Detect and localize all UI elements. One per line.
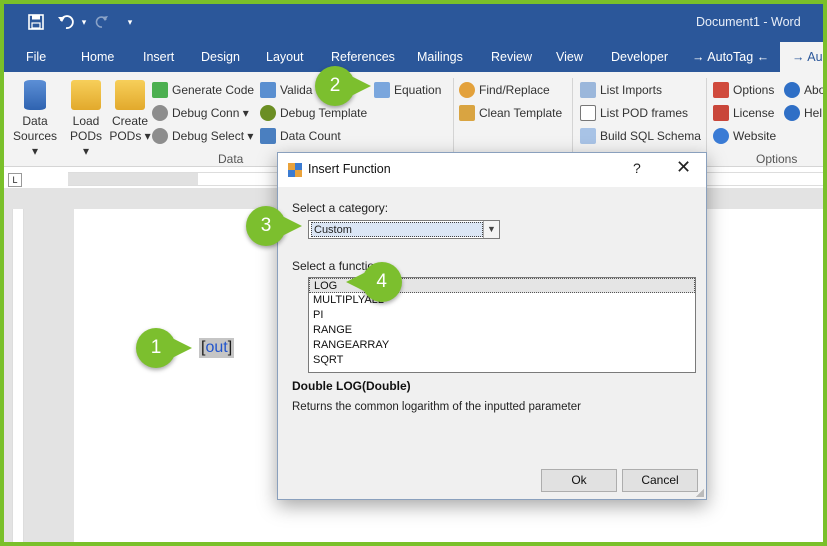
table-icon: [260, 128, 276, 144]
word-window: ▾ ▾ Document1 - Word File Home Insert De…: [4, 4, 823, 542]
callout-4: 4: [362, 262, 402, 302]
clean-template-button[interactable]: Clean Template: [459, 103, 562, 123]
data-count-button[interactable]: Data Count: [260, 126, 341, 146]
license-icon: [713, 105, 729, 121]
resize-grip-icon[interactable]: [696, 489, 704, 497]
find-icon: [459, 82, 475, 98]
close-icon[interactable]: ✕: [676, 157, 691, 178]
gear-icon: [152, 105, 168, 121]
tab-mailings[interactable]: Mailings: [417, 42, 463, 72]
help-icon[interactable]: ?: [633, 160, 641, 176]
load-pods-button[interactable]: Load PODs ▾: [66, 80, 106, 159]
undo-icon[interactable]: [56, 12, 76, 32]
bug-icon: [260, 105, 276, 121]
license-button[interactable]: License: [713, 103, 774, 123]
tab-file[interactable]: File: [26, 42, 46, 72]
tab-autotag[interactable]: → AutoTag ←: [692, 42, 769, 72]
dialog-title: Insert Function: [308, 162, 391, 176]
tab-layout[interactable]: Layout: [266, 42, 304, 72]
gear-icon: [152, 128, 168, 144]
list-item-sqrt[interactable]: SQRT: [309, 353, 695, 368]
ok-button[interactable]: Ok: [541, 469, 617, 492]
database-icon: [24, 80, 46, 110]
create-pods-button[interactable]: Create PODs ▾: [108, 80, 152, 144]
tab-developer[interactable]: Developer: [611, 42, 668, 72]
options-icon: [713, 82, 729, 98]
undo-dropdown-icon[interactable]: ▾: [74, 12, 94, 32]
code-icon: [152, 82, 168, 98]
list-item-rangearray[interactable]: RANGEARRAY: [309, 338, 695, 353]
merge-field[interactable]: [out]: [199, 338, 235, 358]
validate-icon: [260, 82, 276, 98]
website-button[interactable]: Website: [713, 126, 776, 146]
tab-home[interactable]: Home: [81, 42, 114, 72]
broom-icon: [459, 105, 475, 121]
insert-function-dialog: Insert Function ? ✕ Select a category: C…: [277, 152, 707, 500]
info-icon: [784, 82, 800, 98]
validate-button[interactable]: Valida: [260, 80, 312, 100]
title-bar: ▾ ▾ Document1 - Word: [4, 4, 823, 42]
list-icon: [580, 82, 596, 98]
category-label: Select a category:: [292, 201, 389, 215]
list-item-pi[interactable]: PI: [309, 308, 695, 323]
tab-view[interactable]: View: [556, 42, 583, 72]
ribbon-separator: [453, 78, 454, 160]
list-item-range[interactable]: RANGE: [309, 323, 695, 338]
vertical-ruler[interactable]: [12, 209, 24, 542]
cancel-button[interactable]: Cancel: [622, 469, 698, 492]
redo-icon: [92, 12, 112, 32]
schema-icon: [580, 128, 596, 144]
help-icon: [784, 105, 800, 121]
debug-conn-button[interactable]: Debug Conn ▾: [152, 103, 249, 123]
equation-button[interactable]: Equation: [374, 80, 441, 100]
tab-selector[interactable]: L: [8, 173, 22, 187]
folder-list-icon: [115, 80, 145, 110]
dialog-title-bar: Insert Function ? ✕: [278, 153, 706, 187]
frame-icon: [580, 105, 596, 121]
category-value: Custom: [311, 222, 483, 237]
options-button[interactable]: Options: [713, 80, 774, 100]
tab-design[interactable]: Design: [201, 42, 240, 72]
find-replace-button[interactable]: Find/Replace: [459, 80, 550, 100]
ribbon-separator: [706, 78, 707, 160]
callout-3: 3: [246, 206, 302, 246]
data-sources-button[interactable]: Data Sources ▾: [12, 80, 58, 159]
list-imports-button[interactable]: List Imports: [580, 80, 662, 100]
group-label-options: Options: [756, 152, 798, 166]
window-title: Document1 - Word: [696, 15, 801, 29]
debug-template-button[interactable]: Debug Template: [260, 103, 367, 123]
folder-check-icon: [71, 80, 101, 110]
globe-icon: [713, 128, 729, 144]
callout-2: 2: [315, 66, 371, 106]
build-sql-schema-button[interactable]: Build SQL Schema: [580, 126, 701, 146]
ribbon-separator: [572, 78, 573, 160]
chevron-down-icon[interactable]: ▼: [483, 221, 499, 238]
callout-1: 1: [136, 328, 192, 368]
generate-code-button[interactable]: Generate Code: [152, 80, 254, 100]
app-icon: [288, 163, 302, 177]
function-signature: Double LOG(Double): [292, 379, 411, 393]
category-select[interactable]: Custom ▼: [308, 220, 500, 239]
save-icon[interactable]: [26, 12, 46, 32]
group-label-data: Data: [218, 152, 244, 166]
tab-insert[interactable]: Insert: [143, 42, 174, 72]
debug-select-button[interactable]: Debug Select ▾: [152, 126, 253, 146]
ribbon-tabs: File Home Insert Design Layout Reference…: [4, 42, 823, 72]
list-pod-frames-button[interactable]: List POD frames: [580, 103, 688, 123]
function-description: Returns the common logarithm of the inpu…: [292, 401, 581, 413]
about-button[interactable]: Abo: [784, 80, 823, 100]
tab-review[interactable]: Review: [491, 42, 532, 72]
customize-qat-icon[interactable]: ▾: [120, 12, 140, 32]
equation-icon: [374, 82, 390, 98]
tab-autotag-active[interactable]: → Au: [780, 42, 823, 72]
help-button[interactable]: Hel: [784, 103, 822, 123]
